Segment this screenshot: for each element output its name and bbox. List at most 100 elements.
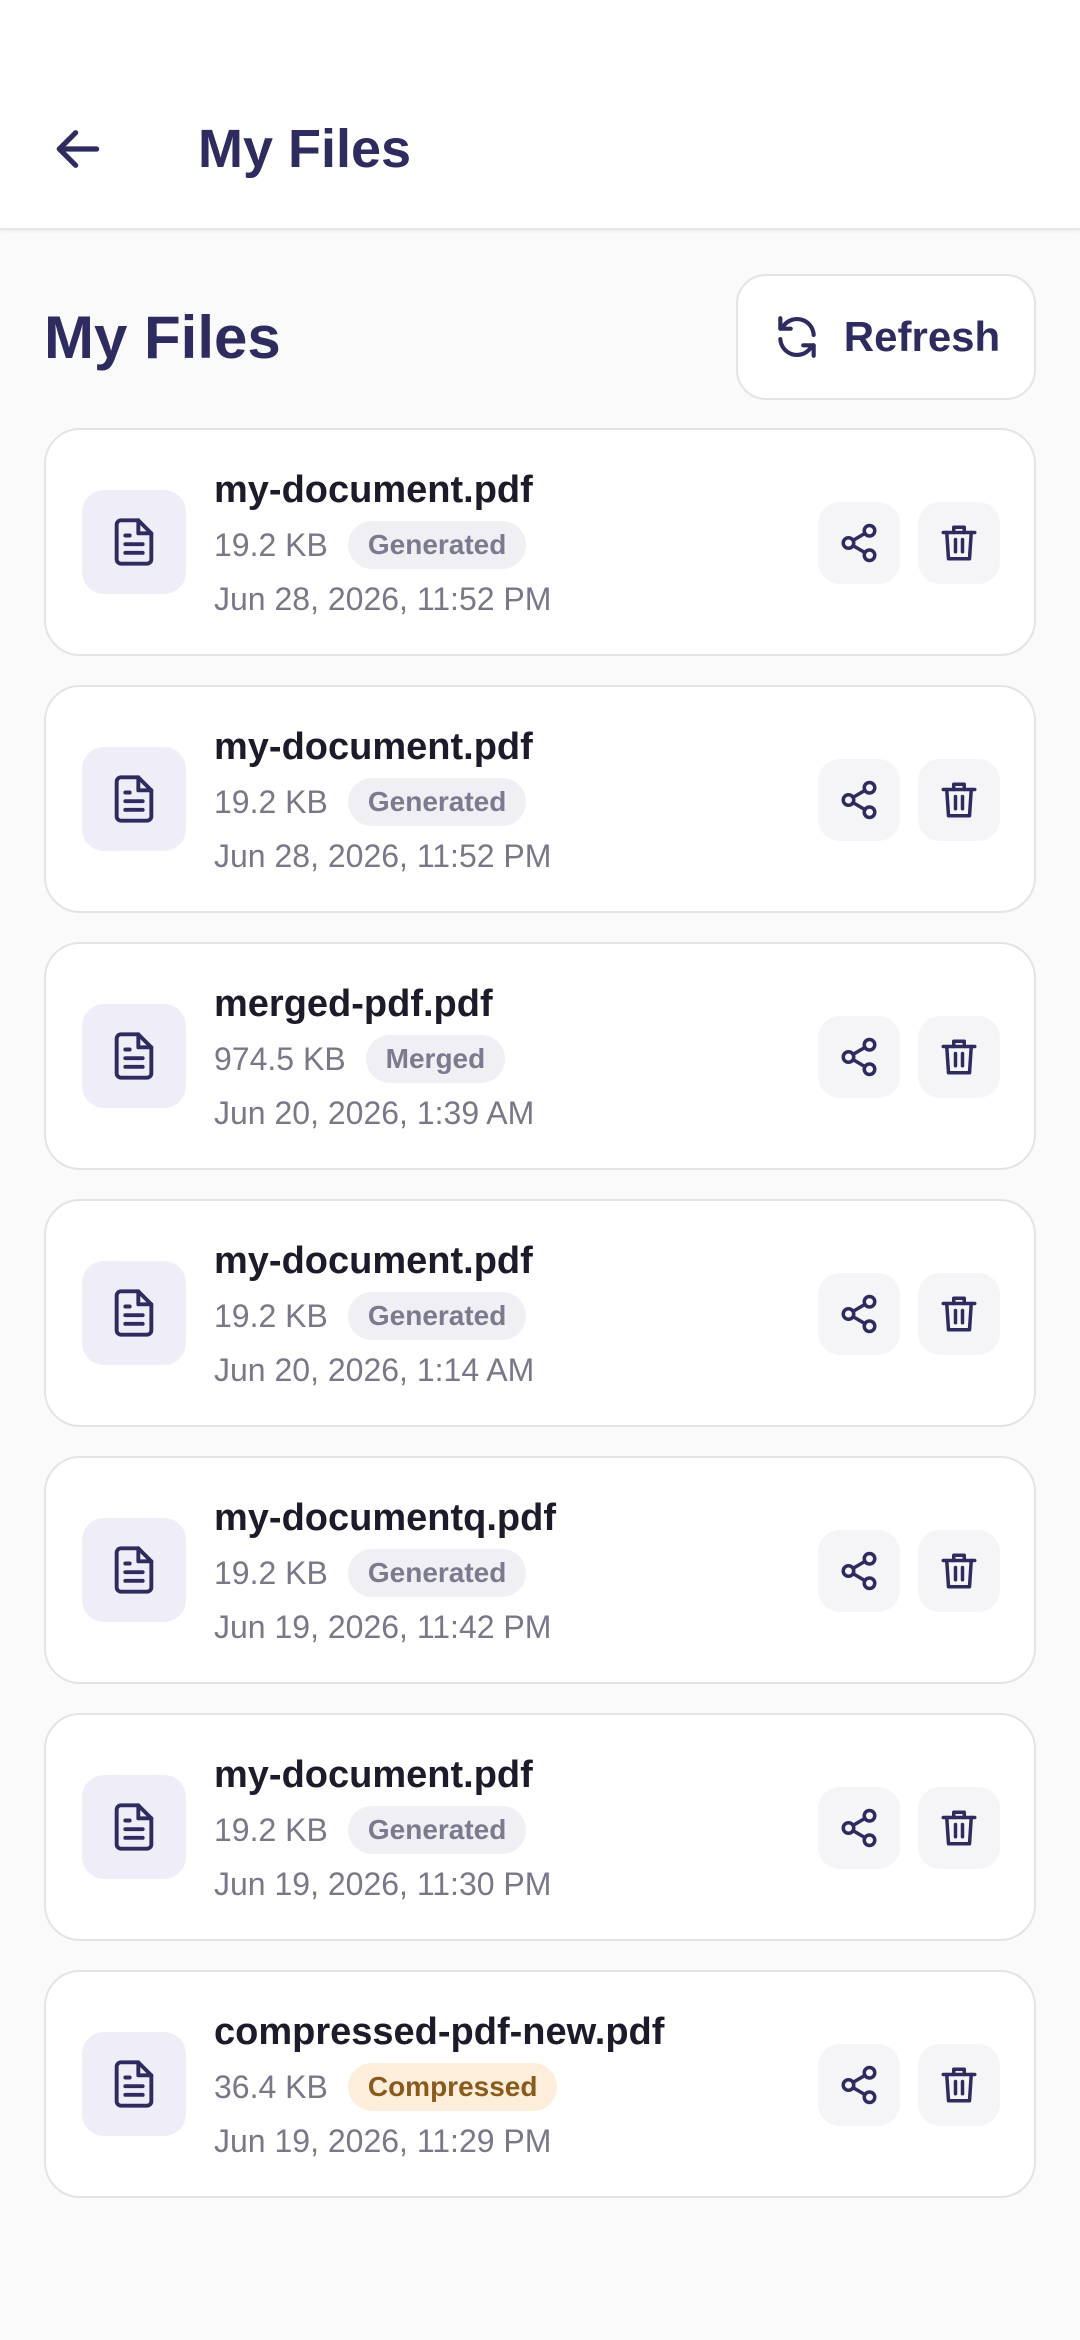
file-actions [818, 502, 1000, 584]
share-button[interactable] [818, 1787, 900, 1869]
file-date: Jun 20, 2026, 1:39 AM [214, 1095, 535, 1131]
file-actions [818, 2044, 1000, 2126]
file-size: 36.4 KB [214, 2068, 328, 2105]
trash-icon [941, 1039, 977, 1075]
file-info: merged-pdf.pdf 974.5 KB Merged Jun 20, 2… [214, 980, 774, 1138]
file-card[interactable]: my-document.pdf 19.2 KB Generated Jun 28… [44, 685, 1036, 913]
file-date: Jun 19, 2026, 11:30 PM [214, 1866, 552, 1902]
file-date: Jun 19, 2026, 11:42 PM [214, 1609, 552, 1645]
file-info: my-document.pdf 19.2 KB Generated Jun 28… [214, 723, 774, 881]
share-button[interactable] [818, 759, 900, 841]
app-bar: My Files [0, 70, 1080, 230]
file-type-badge: Generated [347, 778, 527, 826]
file-date: Jun 20, 2026, 1:14 AM [214, 1352, 535, 1388]
file-card[interactable]: my-document.pdf 19.2 KB Generated Jun 20… [44, 1199, 1036, 1427]
file-icon-container [82, 1004, 186, 1108]
file-size: 19.2 KB [214, 1811, 328, 1848]
share-icon [841, 1037, 877, 1077]
file-type-badge: Generated [347, 1292, 527, 1340]
refresh-icon [778, 316, 816, 358]
file-name: compressed-pdf-new.pdf [214, 2011, 665, 2053]
file-name: merged-pdf.pdf [214, 983, 493, 1025]
file-info: my-documentq.pdf 19.2 KB Generated Jun 1… [214, 1494, 774, 1652]
arrow-left-icon [56, 130, 100, 168]
share-button[interactable] [818, 1016, 900, 1098]
delete-button[interactable] [918, 1273, 1000, 1355]
file-card[interactable]: my-document.pdf 19.2 KB Generated Jun 28… [44, 428, 1036, 656]
file-info: my-document.pdf 19.2 KB Generated Jun 28… [214, 466, 774, 624]
share-button[interactable] [818, 1530, 900, 1612]
delete-button[interactable] [918, 1530, 1000, 1612]
share-icon [841, 1551, 877, 1591]
file-type-badge: Merged [365, 1035, 506, 1083]
file-meta: 19.2 KB Generated [214, 1289, 774, 1343]
file-meta: 19.2 KB Generated [214, 1546, 774, 1600]
file-icon-container [82, 1261, 186, 1365]
file-type-badge: Generated [347, 521, 527, 569]
share-icon [841, 1294, 877, 1334]
file-card[interactable]: my-documentq.pdf 19.2 KB Generated Jun 1… [44, 1456, 1036, 1684]
page-title: My Files [44, 303, 281, 371]
file-actions [818, 1530, 1000, 1612]
file-card[interactable]: merged-pdf.pdf 974.5 KB Merged Jun 20, 2… [44, 942, 1036, 1170]
trash-icon [941, 1553, 977, 1589]
file-size: 19.2 KB [214, 1554, 328, 1591]
trash-icon [941, 2067, 977, 2103]
file-card[interactable]: compressed-pdf-new.pdf 36.4 KB Compresse… [44, 1970, 1036, 2198]
delete-button[interactable] [918, 502, 1000, 584]
file-card[interactable]: my-document.pdf 19.2 KB Generated Jun 19… [44, 1713, 1036, 1941]
app-bar-title: My Files [198, 119, 412, 179]
file-actions [818, 1273, 1000, 1355]
file-name: my-document.pdf [214, 1754, 533, 1796]
file-date: Jun 28, 2026, 11:52 PM [214, 838, 552, 874]
section-header: My Files Refresh [44, 274, 1036, 400]
trash-icon [941, 1810, 977, 1846]
file-icon-container [82, 747, 186, 851]
delete-button[interactable] [918, 1787, 1000, 1869]
refresh-button[interactable]: Refresh [736, 274, 1036, 400]
share-icon [841, 523, 877, 563]
file-meta: 974.5 KB Merged [214, 1032, 774, 1086]
share-icon [841, 780, 877, 820]
trash-icon [941, 525, 977, 561]
file-name: my-document.pdf [214, 469, 533, 511]
delete-button[interactable] [918, 759, 1000, 841]
refresh-label: Refresh [843, 313, 1001, 360]
file-meta: 19.2 KB Generated [214, 518, 774, 572]
file-actions [818, 1016, 1000, 1098]
file-size: 19.2 KB [214, 783, 328, 820]
trash-icon [941, 1296, 977, 1332]
trash-icon [941, 782, 977, 818]
file-size: 19.2 KB [214, 526, 328, 563]
file-info: my-document.pdf 19.2 KB Generated Jun 19… [214, 1751, 774, 1909]
document-icon [114, 2060, 154, 2108]
file-icon-container [82, 490, 186, 594]
delete-button[interactable] [918, 2044, 1000, 2126]
file-type-badge: Generated [347, 1806, 527, 1854]
file-size: 974.5 KB [214, 1040, 346, 1077]
document-icon [114, 518, 154, 566]
document-icon [114, 1032, 154, 1080]
file-actions [818, 1787, 1000, 1869]
delete-button[interactable] [918, 1016, 1000, 1098]
share-icon [841, 2065, 877, 2105]
file-info: compressed-pdf-new.pdf 36.4 KB Compresse… [214, 2008, 774, 2166]
file-icon-container [82, 1518, 186, 1622]
file-date: Jun 28, 2026, 11:52 PM [214, 581, 552, 617]
file-icon-container [82, 1775, 186, 1879]
file-info: my-document.pdf 19.2 KB Generated Jun 20… [214, 1237, 774, 1395]
file-meta: 19.2 KB Generated [214, 775, 774, 829]
share-button[interactable] [818, 2044, 900, 2126]
file-name: my-document.pdf [214, 726, 533, 768]
file-date: Jun 19, 2026, 11:29 PM [214, 2123, 552, 2159]
back-button[interactable] [40, 111, 116, 187]
share-button[interactable] [818, 1273, 900, 1355]
file-list: my-document.pdf 19.2 KB Generated Jun 28… [44, 428, 1036, 2227]
file-icon-container [82, 2032, 186, 2136]
file-name: my-document.pdf [214, 1240, 533, 1282]
file-meta: 36.4 KB Compressed [214, 2060, 774, 2114]
share-button[interactable] [818, 502, 900, 584]
file-actions [818, 759, 1000, 841]
document-icon [114, 775, 154, 823]
file-type-badge: Compressed [347, 2063, 558, 2111]
